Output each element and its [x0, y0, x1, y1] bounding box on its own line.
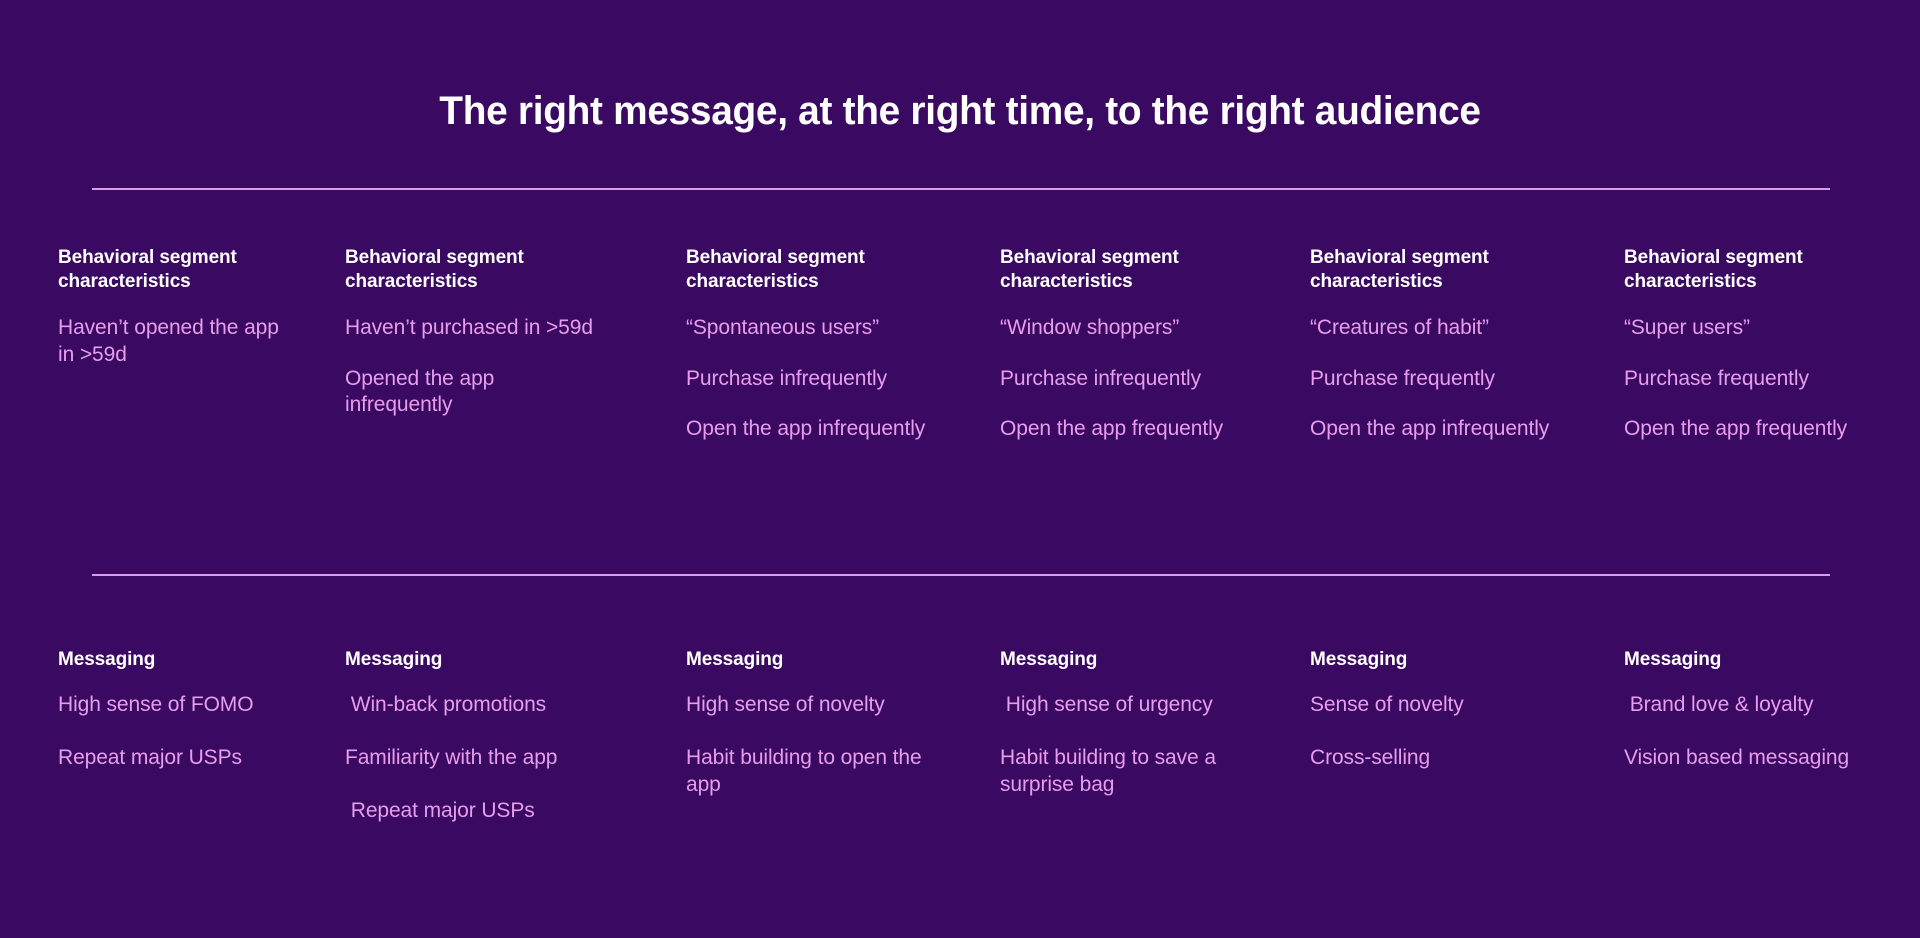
messaging-item: Familiarity with the app [345, 746, 558, 770]
characteristics-item: Open the app infrequently [1310, 417, 1550, 441]
messaging-item: Brand love & loyalty [1624, 693, 1814, 717]
messaging-item: Win-back promotions [345, 693, 547, 717]
messaging-item: Repeat major USPs [58, 746, 242, 770]
messaging-column-5: Messaging Sense of novelty Cross-selling [1310, 648, 1572, 798]
messaging-item: Vision based messaging [1624, 746, 1850, 770]
messaging-column-6: Messaging Brand love & loyalty Vision ba… [1624, 648, 1906, 798]
messaging-item: High sense of novelty [686, 693, 885, 717]
divider-bottom [92, 574, 1830, 576]
characteristics-column-4: Behavioral segment characteristics “Wind… [1000, 246, 1262, 443]
messaging-heading: Messaging [1624, 649, 1722, 670]
characteristics-item: Haven’t opened the app in >59d [58, 315, 285, 366]
characteristics-heading: Behavioral segment characteristics [345, 247, 524, 293]
characteristics-item: “Creatures of habit” [1310, 315, 1489, 339]
characteristics-column-5: Behavioral segment characteristics “Crea… [1310, 246, 1572, 443]
characteristics-item: Opened the app infrequently [345, 366, 500, 417]
characteristics-heading: Behavioral segment characteristics [58, 247, 237, 293]
characteristics-heading: Behavioral segment characteristics [1624, 247, 1803, 293]
messaging-item: Habit building to open the app [686, 746, 928, 797]
characteristics-item: Open the app infrequently [686, 417, 926, 441]
messaging-item: Cross-selling [1310, 746, 1431, 770]
messaging-column-4: Messaging High sense of urgency Habit bu… [1000, 648, 1262, 825]
characteristics-column-1: Behavioral segment characteristics Haven… [58, 246, 290, 368]
messaging-heading: Messaging [1310, 649, 1408, 670]
messaging-heading: Messaging [58, 649, 156, 670]
characteristics-item: Purchase infrequently [686, 366, 888, 390]
messaging-item: Repeat major USPs [345, 799, 535, 823]
messaging-column-3: Messaging High sense of novelty Habit bu… [686, 648, 954, 825]
characteristics-item: Haven’t purchased in >59d [345, 315, 593, 339]
characteristics-heading: Behavioral segment characteristics [686, 247, 865, 293]
characteristics-item: Purchase frequently [1310, 366, 1495, 390]
characteristics-column-3: Behavioral segment characteristics “Spon… [686, 246, 954, 443]
characteristics-item: Purchase frequently [1624, 366, 1809, 390]
page-title: The right message, at the right time, to… [439, 88, 1481, 133]
divider-top [92, 188, 1830, 190]
characteristics-item: Open the app frequently [1624, 417, 1848, 441]
messaging-item: Sense of novelty [1310, 693, 1464, 717]
characteristics-heading: Behavioral segment characteristics [1000, 247, 1179, 293]
messaging-heading: Messaging [1000, 649, 1098, 670]
slide-canvas: The right message, at the right time, to… [0, 0, 1920, 938]
messaging-item: High sense of FOMO [58, 693, 254, 717]
characteristics-heading: Behavioral segment characteristics [1310, 247, 1489, 293]
characteristics-item: Open the app frequently [1000, 417, 1224, 441]
characteristics-item: “Spontaneous users” [686, 315, 880, 339]
characteristics-column-6: Behavioral segment characteristics “Supe… [1624, 246, 1906, 443]
messaging-heading: Messaging [686, 649, 784, 670]
characteristics-item: “Super users” [1624, 315, 1750, 339]
messaging-heading: Messaging [345, 649, 443, 670]
characteristics-item: “Window shoppers” [1000, 315, 1180, 339]
messaging-item: Habit building to save a surprise bag [1000, 746, 1222, 797]
characteristics-column-2: Behavioral segment characteristics Haven… [345, 246, 601, 419]
messaging-column-2: Messaging Win-back promotions Familiarit… [345, 648, 601, 851]
messaging-item: High sense of urgency [1000, 693, 1213, 717]
characteristics-item: Purchase infrequently [1000, 366, 1202, 390]
messaging-column-1: Messaging High sense of FOMO Repeat majo… [58, 648, 290, 798]
